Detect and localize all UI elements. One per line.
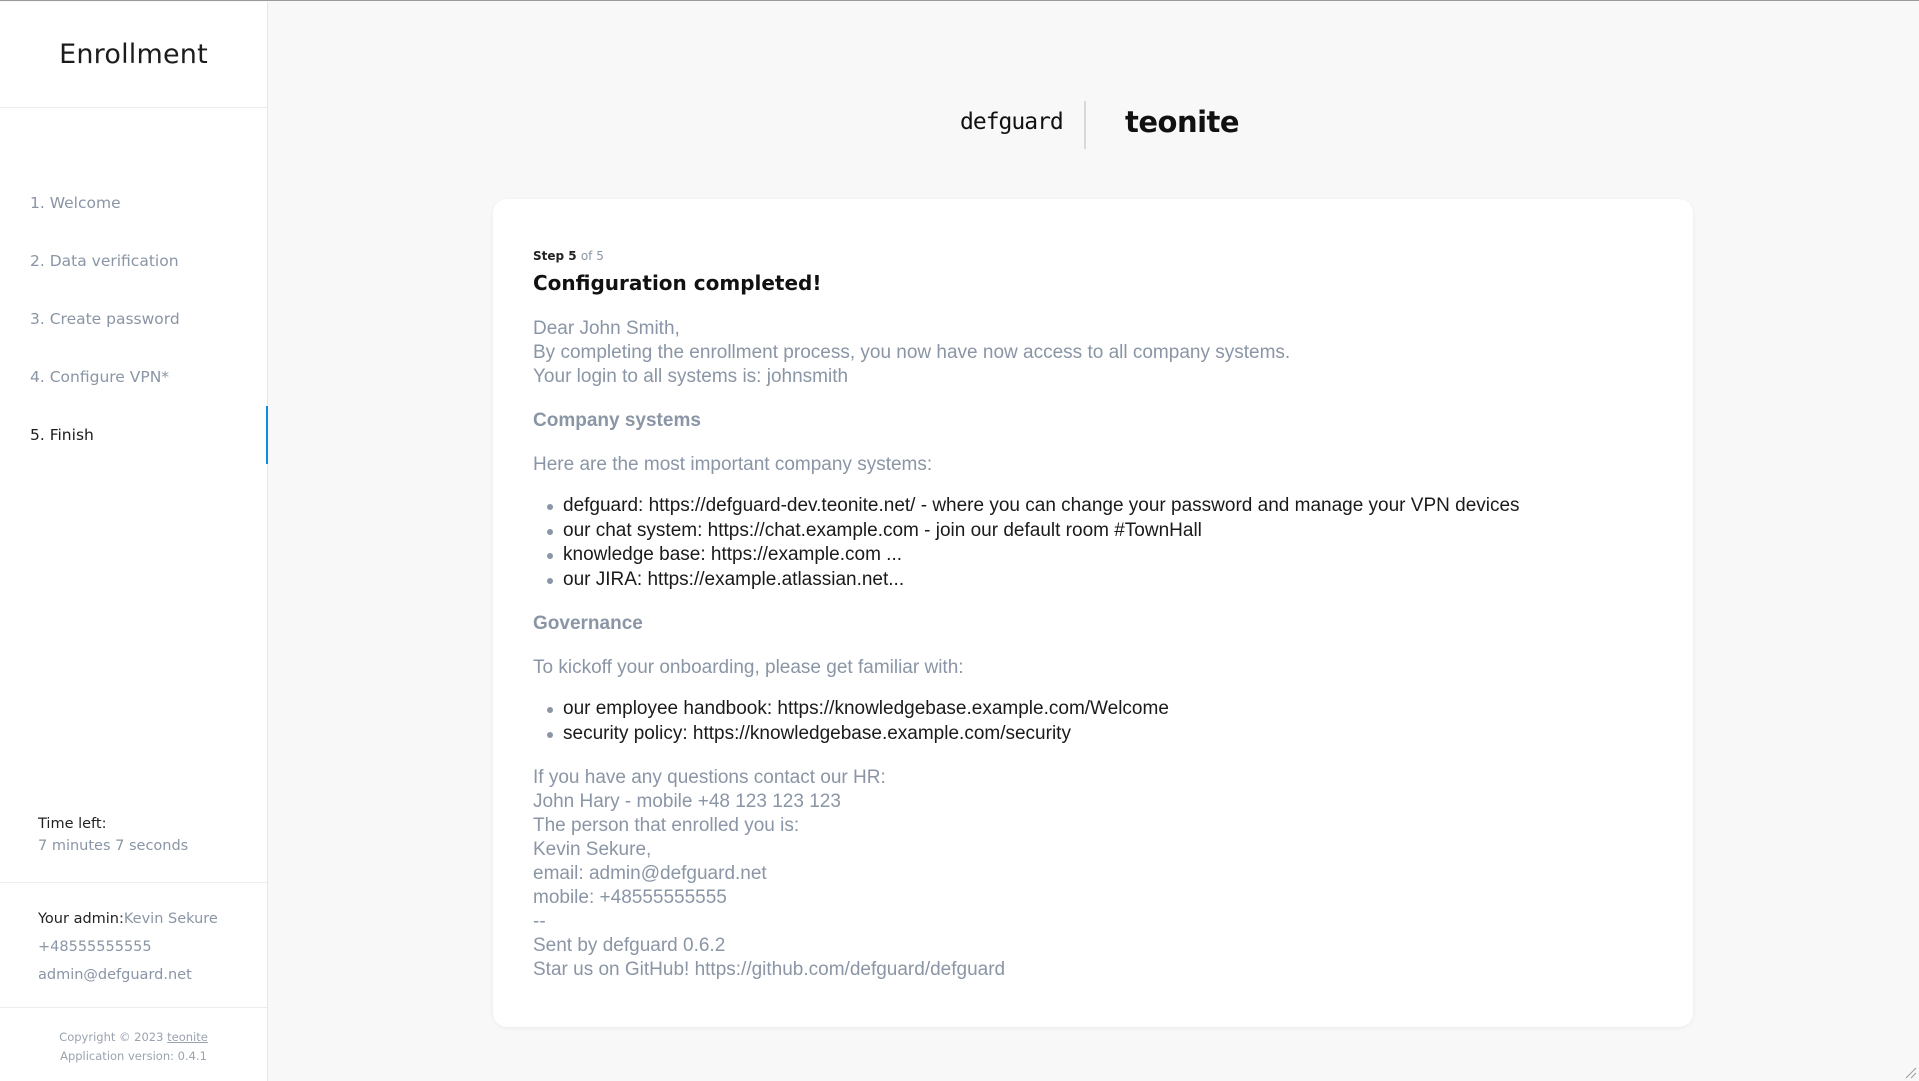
step-data-verification[interactable]: 2. Data verification	[0, 232, 267, 290]
step-current: Step 5	[533, 249, 577, 263]
step-create-password[interactable]: 3. Create password	[0, 290, 267, 348]
step-counter: Step 5 of 5	[533, 249, 1653, 263]
closing-line: The person that enrolled you is:	[533, 815, 800, 836]
admin-info: Your admin:Kevin Sekure +48555555555 adm…	[38, 905, 218, 989]
step-welcome[interactable]: 1. Welcome	[0, 174, 267, 232]
intro-line: By completing the enrollment process, yo…	[533, 342, 1291, 363]
finish-card: Step 5 of 5 Configuration completed! Dea…	[493, 199, 1693, 1027]
time-left: Time left: 7 minutes 7 seconds	[38, 816, 188, 854]
closing-line: email: admin@defguard.net	[533, 863, 767, 884]
resize-handle-icon[interactable]	[1903, 1065, 1917, 1079]
sidebar: Enrollment 1. Welcome 2. Data verificati…	[0, 2, 268, 1081]
sidebar-footer: Copyright © 2023 teonite Application ver…	[0, 1028, 267, 1066]
list-item: security policy: https://knowledgebase.e…	[547, 722, 1653, 747]
systems-heading: Company systems	[533, 410, 701, 431]
admin-label: Your admin:	[38, 911, 124, 927]
list-item: our chat system: https://chat.example.co…	[547, 519, 1653, 544]
governance-heading: Governance	[533, 613, 643, 634]
step-finish[interactable]: 5. Finish	[0, 406, 268, 464]
divider	[0, 1007, 267, 1008]
admin-email: admin@defguard.net	[38, 967, 192, 983]
welcome-message: Dear John Smith, By completing the enrol…	[533, 317, 1653, 982]
sidebar-title: Enrollment	[0, 2, 267, 108]
governance-intro: To kickoff your onboarding, please get f…	[533, 657, 964, 678]
systems-list: defguard: https://defguard-dev.teonite.n…	[533, 494, 1653, 592]
closing-line: If you have any questions contact our HR…	[533, 767, 886, 788]
step-configure-vpn[interactable]: 4. Configure VPN*	[0, 348, 267, 406]
copyright-text: Copyright © 2023	[59, 1030, 164, 1044]
logo-divider	[1084, 101, 1086, 149]
intro-line: Dear John Smith,	[533, 318, 680, 339]
step-total: of 5	[580, 249, 604, 263]
admin-name: Kevin Sekure	[123, 911, 218, 927]
time-left-value: 7 minutes 7 seconds	[38, 838, 189, 854]
steps-nav: 1. Welcome 2. Data verification 3. Creat…	[0, 174, 268, 464]
closing-line: John Hary - mobile +48 123 123 123	[533, 791, 841, 812]
logos: defguard teonite	[960, 101, 1260, 149]
intro-line: Your login to all systems is: johnsmith	[533, 366, 849, 387]
list-item: our JIRA: https://example.atlassian.net.…	[547, 568, 1653, 593]
closing-line: Sent by defguard 0.6.2	[533, 935, 726, 956]
card-title: Configuration completed!	[533, 271, 822, 295]
list-item: defguard: https://defguard-dev.teonite.n…	[547, 494, 1653, 519]
closing-line: --	[533, 911, 546, 932]
list-item: our employee handbook: https://knowledge…	[547, 697, 1653, 722]
closing-line: mobile: +48555555555	[533, 887, 727, 908]
teonite-link[interactable]: teonite	[167, 1030, 208, 1044]
closing-line: Kevin Sekure,	[533, 839, 652, 860]
time-left-label: Time left:	[38, 816, 107, 832]
app-version: Application version: 0.4.1	[60, 1049, 207, 1063]
list-item: knowledge base: https://example.com ...	[547, 543, 1653, 568]
systems-intro: Here are the most important company syst…	[533, 454, 933, 475]
teonite-logo: teonite	[1125, 105, 1240, 139]
admin-phone: +48555555555	[38, 939, 152, 955]
governance-list: our employee handbook: https://knowledge…	[533, 697, 1653, 746]
closing-line: Star us on GitHub! https://github.com/de…	[533, 959, 1006, 980]
divider	[0, 882, 267, 883]
page: Enrollment 1. Welcome 2. Data verificati…	[0, 0, 1919, 1081]
defguard-logo: defguard	[960, 109, 1064, 135]
closing-block: If you have any questions contact our HR…	[533, 766, 1653, 982]
